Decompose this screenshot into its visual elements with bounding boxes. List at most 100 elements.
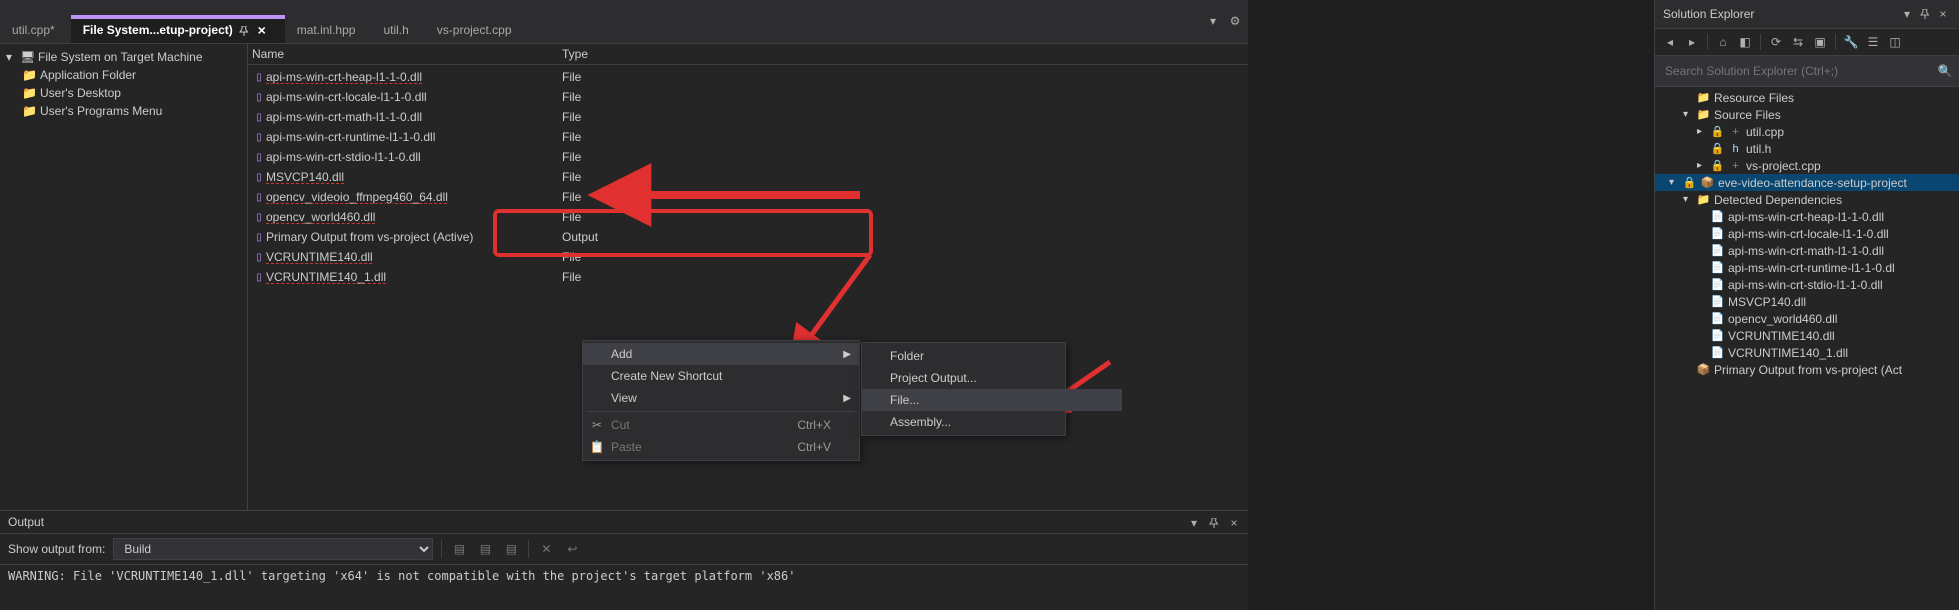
ctx-add[interactable]: Add ▶ xyxy=(583,343,859,365)
ctx-label: Project Output... xyxy=(890,371,977,385)
ctx-cut[interactable]: ✂ Cut Ctrl+X xyxy=(583,414,859,436)
list-item[interactable]: ▯VCRUNTIME140_1.dllFile xyxy=(248,267,1248,287)
sync-icon[interactable]: ⇆ xyxy=(1789,33,1807,51)
file-name: api-ms-win-crt-locale-l1-1-0.dll xyxy=(266,90,562,104)
column-header-type[interactable]: Type xyxy=(562,47,1244,61)
tab-filesystem[interactable]: File System...etup-project) × xyxy=(71,15,285,43)
close-icon[interactable]: × xyxy=(255,23,269,37)
output-tool-icon[interactable]: ▤ xyxy=(476,540,494,558)
ctx-label: Paste xyxy=(611,440,642,454)
output-title-bar: Output ▾ × xyxy=(0,511,1248,534)
se-node-primary-output[interactable]: ▸📦Primary Output from vs-project (Act xyxy=(1655,361,1959,378)
tree-programs-menu[interactable]: 📁 User's Programs Menu xyxy=(0,102,247,120)
tree-root[interactable]: ▾ 🖥 File System on Target Machine xyxy=(0,48,247,66)
output-body[interactable]: WARNING: File 'VCRUNTIME140_1.dll' targe… xyxy=(0,565,1248,610)
tab-mat-inl[interactable]: mat.inl.hpp xyxy=(285,15,372,43)
chevron-down-icon[interactable]: ▾ xyxy=(1683,109,1693,120)
output-dropdown-icon[interactable]: ▾ xyxy=(1186,515,1202,531)
output-tool-icon[interactable]: ▤ xyxy=(502,540,520,558)
ctx-add-folder[interactable]: Folder xyxy=(862,345,1122,367)
pin-icon[interactable] xyxy=(1206,515,1222,531)
chevron-down-icon[interactable]: ▾ xyxy=(6,50,16,64)
gear-icon[interactable]: ⚙ xyxy=(1226,12,1244,30)
se-node-dep[interactable]: ▸📄VCRUNTIME140_1.dll xyxy=(1655,344,1959,361)
file-name: Primary Output from vs-project (Active) xyxy=(266,230,562,244)
file-type: File xyxy=(562,150,581,164)
list-item[interactable]: ▯api-ms-win-crt-locale-l1-1-0.dllFile xyxy=(248,87,1248,107)
home-icon[interactable]: ⌂ xyxy=(1714,33,1732,51)
list-item[interactable]: ▯Primary Output from vs-project (Active)… xyxy=(248,227,1248,247)
showall-icon[interactable]: ◫ xyxy=(1886,33,1904,51)
chevron-right-icon[interactable]: ▸ xyxy=(1697,160,1707,171)
file-icon: ▯ xyxy=(252,272,266,283)
search-icon[interactable]: 🔍 xyxy=(1935,64,1955,78)
tree-user-desktop[interactable]: 📁 User's Desktop xyxy=(0,84,247,102)
se-node-dep[interactable]: ▸📄VCRUNTIME140.dll xyxy=(1655,327,1959,344)
se-node-dep[interactable]: ▸📄MSVCP140.dll xyxy=(1655,293,1959,310)
ctx-add-project-output[interactable]: Project Output... xyxy=(862,367,1122,389)
list-item[interactable]: ▯api-ms-win-crt-stdio-l1-1-0.dllFile xyxy=(248,147,1248,167)
tree-application-folder[interactable]: 📁 Application Folder xyxy=(0,66,247,84)
file-icon: ▯ xyxy=(252,112,266,123)
output-source-select[interactable]: Build xyxy=(113,538,433,560)
chevron-right-icon[interactable]: ▸ xyxy=(1697,126,1707,137)
se-label: api-ms-win-crt-runtime-l1-1-0.dl xyxy=(1728,261,1895,275)
se-node-util-h[interactable]: ▸🔒h util.h xyxy=(1655,140,1959,157)
tab-util-h[interactable]: util.h xyxy=(371,15,424,43)
separator xyxy=(1760,34,1761,50)
list-item[interactable]: ▯opencv_videoio_ffmpeg460_64.dllFile xyxy=(248,187,1248,207)
list-item[interactable]: ▯VCRUNTIME140.dllFile xyxy=(248,247,1248,267)
list-item[interactable]: ▯api-ms-win-crt-heap-l1-1-0.dllFile xyxy=(248,67,1248,87)
tab-vs-project[interactable]: vs-project.cpp xyxy=(425,15,528,43)
search-input[interactable] xyxy=(1659,60,1935,82)
se-node-dep[interactable]: ▸📄api-ms-win-crt-stdio-l1-1-0.dll xyxy=(1655,276,1959,293)
back-icon[interactable]: ◂ xyxy=(1661,33,1679,51)
list-item[interactable]: ▯MSVCP140.dllFile xyxy=(248,167,1248,187)
ctx-paste[interactable]: 📋 Paste Ctrl+V xyxy=(583,436,859,458)
list-item[interactable]: ▯opencv_world460.dllFile xyxy=(248,207,1248,227)
separator xyxy=(441,540,442,558)
se-node-vs-project-cpp[interactable]: ▸🔒+ vs-project.cpp xyxy=(1655,157,1959,174)
se-node-util-cpp[interactable]: ▸🔒+ util.cpp xyxy=(1655,123,1959,140)
ctx-label: Cut xyxy=(611,418,630,432)
se-node-dep[interactable]: ▸📄opencv_world460.dll xyxy=(1655,310,1959,327)
close-icon[interactable]: × xyxy=(1226,515,1242,531)
se-node-dep[interactable]: ▸📄api-ms-win-crt-heap-l1-1-0.dll xyxy=(1655,208,1959,225)
chevron-down-icon[interactable]: ▾ xyxy=(1669,177,1679,188)
close-icon[interactable]: × xyxy=(1935,6,1951,22)
ctx-shortcut: Ctrl+X xyxy=(797,418,831,432)
pin-icon[interactable] xyxy=(239,25,249,35)
pin-icon[interactable] xyxy=(1917,6,1933,22)
collapse-icon[interactable]: ▣ xyxy=(1811,33,1829,51)
se-node-source-files[interactable]: ▾📁 Source Files xyxy=(1655,106,1959,123)
ctx-add-assembly[interactable]: Assembly... xyxy=(862,411,1122,433)
forward-icon[interactable]: ▸ xyxy=(1683,33,1701,51)
chevron-down-icon[interactable]: ▾ xyxy=(1683,194,1693,205)
output-clear-icon[interactable]: ✕ xyxy=(537,540,555,558)
ctx-add-file[interactable]: File... xyxy=(862,389,1122,411)
output-wrap-icon[interactable]: ↩ xyxy=(563,540,581,558)
se-node-setup-project[interactable]: ▾🔒📦 eve-video-attendance-setup-project xyxy=(1655,174,1959,191)
properties-icon[interactable]: ☰ xyxy=(1864,33,1882,51)
ctx-new-shortcut[interactable]: Create New Shortcut xyxy=(583,365,859,387)
tab-overflow-icon[interactable]: ▾ xyxy=(1204,12,1222,30)
se-node-dep[interactable]: ▸📄api-ms-win-crt-math-l1-1-0.dll xyxy=(1655,242,1959,259)
list-item[interactable]: ▯api-ms-win-crt-math-l1-1-0.dllFile xyxy=(248,107,1248,127)
output-tool-icon[interactable]: ▤ xyxy=(450,540,468,558)
refresh-icon[interactable]: ⟳ xyxy=(1767,33,1785,51)
list-item[interactable]: ▯api-ms-win-crt-runtime-l1-1-0.dllFile xyxy=(248,127,1248,147)
se-node-dep[interactable]: ▸📄api-ms-win-crt-locale-l1-1-0.dll xyxy=(1655,225,1959,242)
switch-views-icon[interactable]: ◧ xyxy=(1736,33,1754,51)
file-icon: 📄 xyxy=(1710,277,1725,292)
column-header-name[interactable]: Name xyxy=(252,47,562,61)
wrench-icon[interactable]: 🔧 xyxy=(1842,33,1860,51)
tab-label: vs-project.cpp xyxy=(437,23,512,37)
tree-label: File System on Target Machine xyxy=(38,50,203,64)
file-name: api-ms-win-crt-heap-l1-1-0.dll xyxy=(266,70,562,84)
se-node-resource-files[interactable]: ▸📁 Resource Files xyxy=(1655,89,1959,106)
se-node-detected-deps[interactable]: ▾📁 Detected Dependencies xyxy=(1655,191,1959,208)
tab-util-cpp[interactable]: util.cpp* xyxy=(0,15,71,43)
ctx-view[interactable]: View ▶ xyxy=(583,387,859,409)
dropdown-icon[interactable]: ▾ xyxy=(1899,6,1915,22)
se-node-dep[interactable]: ▸📄api-ms-win-crt-runtime-l1-1-0.dl xyxy=(1655,259,1959,276)
